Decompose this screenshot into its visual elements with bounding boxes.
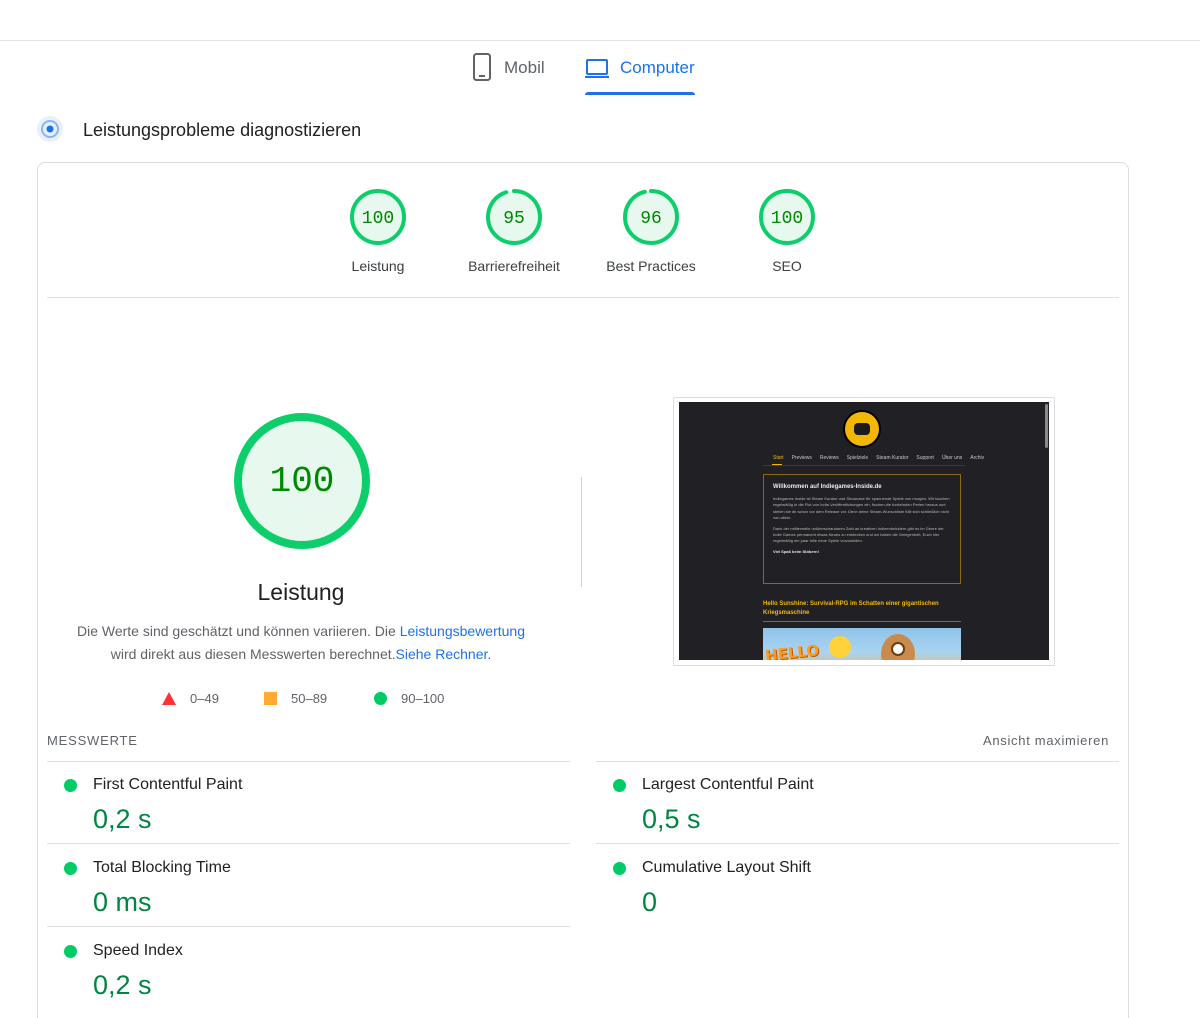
- metrics-divider: [47, 926, 570, 927]
- site-nav-item: Start: [773, 455, 784, 461]
- screenshot-scrollbar: [1045, 404, 1048, 448]
- site-nav-item: Reviews: [819, 455, 839, 461]
- final-screenshot[interactable]: Start Previews Reviews Spielziele Steam …: [679, 402, 1049, 660]
- diagnose-title: Leistungsprobleme diagnostizieren: [83, 120, 362, 140]
- gauge-performance[interactable]: 100 Leistung: [313, 187, 443, 275]
- site-nav: Start Previews Reviews Spielziele Steam …: [773, 455, 984, 461]
- top-divider: [0, 40, 1200, 41]
- vertical-divider: [581, 477, 582, 587]
- performance-gauge: 100: [234, 413, 370, 549]
- expand-view-button[interactable]: Ansicht maximieren: [983, 732, 1109, 750]
- site-nav-item: Support: [916, 455, 934, 461]
- performance-scoring-link[interactable]: Leistungsbewertung: [400, 623, 525, 639]
- post-image-text: HELLO: [764, 641, 820, 660]
- metric-cls-value: 0: [642, 887, 658, 917]
- tab-mobile-label: Mobil: [504, 58, 545, 77]
- metric-speed-index: Speed Index 0,2 s: [47, 928, 517, 1010]
- good-status-icon: [64, 945, 77, 958]
- metric-tbt-value: 0 ms: [93, 887, 152, 917]
- gauge-performance-value: 100: [362, 209, 394, 229]
- gauge-seo[interactable]: 100 SEO: [722, 187, 852, 275]
- performance-desc-text-2: wird direkt aus diesen Messwerten berech…: [110, 646, 396, 662]
- gamepad-icon: [854, 423, 870, 435]
- legend-poor-label: 0–49: [190, 690, 219, 706]
- metric-fcp-value: 0,2 s: [93, 804, 152, 834]
- performance-title: Leistung: [257, 579, 345, 605]
- metric-lcp-value: 0,5 s: [642, 804, 701, 834]
- good-status-icon: [613, 779, 626, 792]
- gauges-divider: [47, 297, 1119, 298]
- gauge-accessibility-ring: 95: [486, 189, 542, 245]
- metric-fcp-title: First Contentful Paint: [93, 776, 243, 793]
- laptop-icon: [585, 59, 609, 78]
- metric-tbt: Total Blocking Time 0 ms: [47, 845, 517, 927]
- good-status-icon: [64, 779, 77, 792]
- metrics-header: Messwerte: [47, 733, 138, 748]
- gauge-best-practices[interactable]: 96 Best Practices: [586, 187, 716, 275]
- legend-good: 90–100: [374, 688, 444, 708]
- gauge-best-practices-ring: 96: [623, 189, 679, 245]
- legend-poor: 0–49: [162, 688, 219, 708]
- gauge-seo-label: SEO: [772, 258, 802, 274]
- metric-speed-index-title: Speed Index: [93, 942, 183, 959]
- site-nav-active-indicator: [772, 464, 782, 465]
- circle-icon: [374, 691, 387, 705]
- gauge-accessibility-label: Barrierefreiheit: [468, 258, 560, 274]
- site-nav-item: Steam Kurator: [876, 455, 909, 461]
- gauge-performance-label: Leistung: [351, 258, 405, 274]
- site-nav-item: Archiv: [970, 455, 985, 461]
- welcome-box: Willkommen auf Indiegames-Inside.de Indi…: [763, 474, 961, 584]
- active-tab-indicator: [585, 92, 695, 95]
- metric-lcp-title: Largest Contentful Paint: [642, 776, 814, 793]
- metric-cls-title: Cumulative Layout Shift: [642, 859, 811, 876]
- gauge-accessibility[interactable]: 95 Barrierefreiheit: [449, 187, 579, 275]
- gauge-best-practices-label: Best Practices: [606, 258, 696, 274]
- gauge-seo-ring: 100: [759, 189, 815, 245]
- post-title: Hello Sunshine: Survival-RPG im Schatten…: [763, 601, 939, 616]
- welcome-paragraph-2: Dank der mittlerweile unüberschaubaren Z…: [773, 525, 944, 544]
- good-status-icon: [64, 862, 77, 875]
- tab-desktop-label: Computer: [620, 58, 695, 77]
- legend-good-label: 90–100: [401, 690, 445, 706]
- gauge-accessibility-value: 95: [503, 209, 525, 229]
- site-nav-item: Previews: [791, 455, 812, 461]
- post-image: HELLO: [763, 628, 961, 660]
- site-nav-rule: [763, 465, 965, 466]
- good-status-icon: [613, 862, 626, 875]
- gauge-best-practices-value: 96: [640, 209, 662, 229]
- gauge-performance-ring: 100: [350, 189, 406, 245]
- performance-gauge-value: 100: [270, 461, 335, 502]
- character-eye: [891, 642, 905, 656]
- tab-mobile[interactable]: Mobil: [470, 52, 545, 96]
- smartphone-icon: [473, 53, 491, 81]
- site-nav-item: Spielziele: [846, 455, 869, 461]
- square-icon: [264, 691, 277, 705]
- metrics-divider: [47, 843, 570, 844]
- metric-cls: Cumulative Layout Shift 0: [596, 845, 1066, 927]
- site-logo: [843, 410, 881, 448]
- welcome-closing: Viel Spaß beim Stöbern!: [773, 548, 819, 554]
- triangle-icon: [162, 691, 176, 705]
- metric-tbt-title: Total Blocking Time: [93, 859, 231, 876]
- metric-speed-index-value: 0,2 s: [93, 970, 152, 1000]
- metrics-divider: [596, 843, 1119, 844]
- performance-description: Die Werte sind geschätzt und können vari…: [70, 620, 532, 666]
- metric-fcp: First Contentful Paint 0,2 s: [47, 762, 517, 844]
- welcome-paragraph-1: Indiegames Inside ist Steam Kurator und …: [773, 496, 950, 521]
- metric-lcp: Largest Contentful Paint 0,5 s: [596, 762, 1066, 844]
- diagnose-icon: [37, 116, 63, 142]
- welcome-title: Willkommen auf Indiegames-Inside.de: [773, 484, 882, 490]
- site-nav-item: Über uns: [941, 455, 963, 461]
- sun-icon: [829, 636, 851, 658]
- gauge-seo-value: 100: [771, 209, 803, 229]
- legend-average-label: 50–89: [291, 690, 328, 706]
- post-rule: [763, 621, 961, 622]
- calculator-link[interactable]: Siehe Rechner.: [396, 646, 492, 662]
- tab-desktop[interactable]: Computer: [584, 52, 695, 96]
- performance-desc-text-1: Die Werte sind geschätzt und können vari…: [76, 623, 400, 639]
- legend-average: 50–89: [264, 688, 327, 708]
